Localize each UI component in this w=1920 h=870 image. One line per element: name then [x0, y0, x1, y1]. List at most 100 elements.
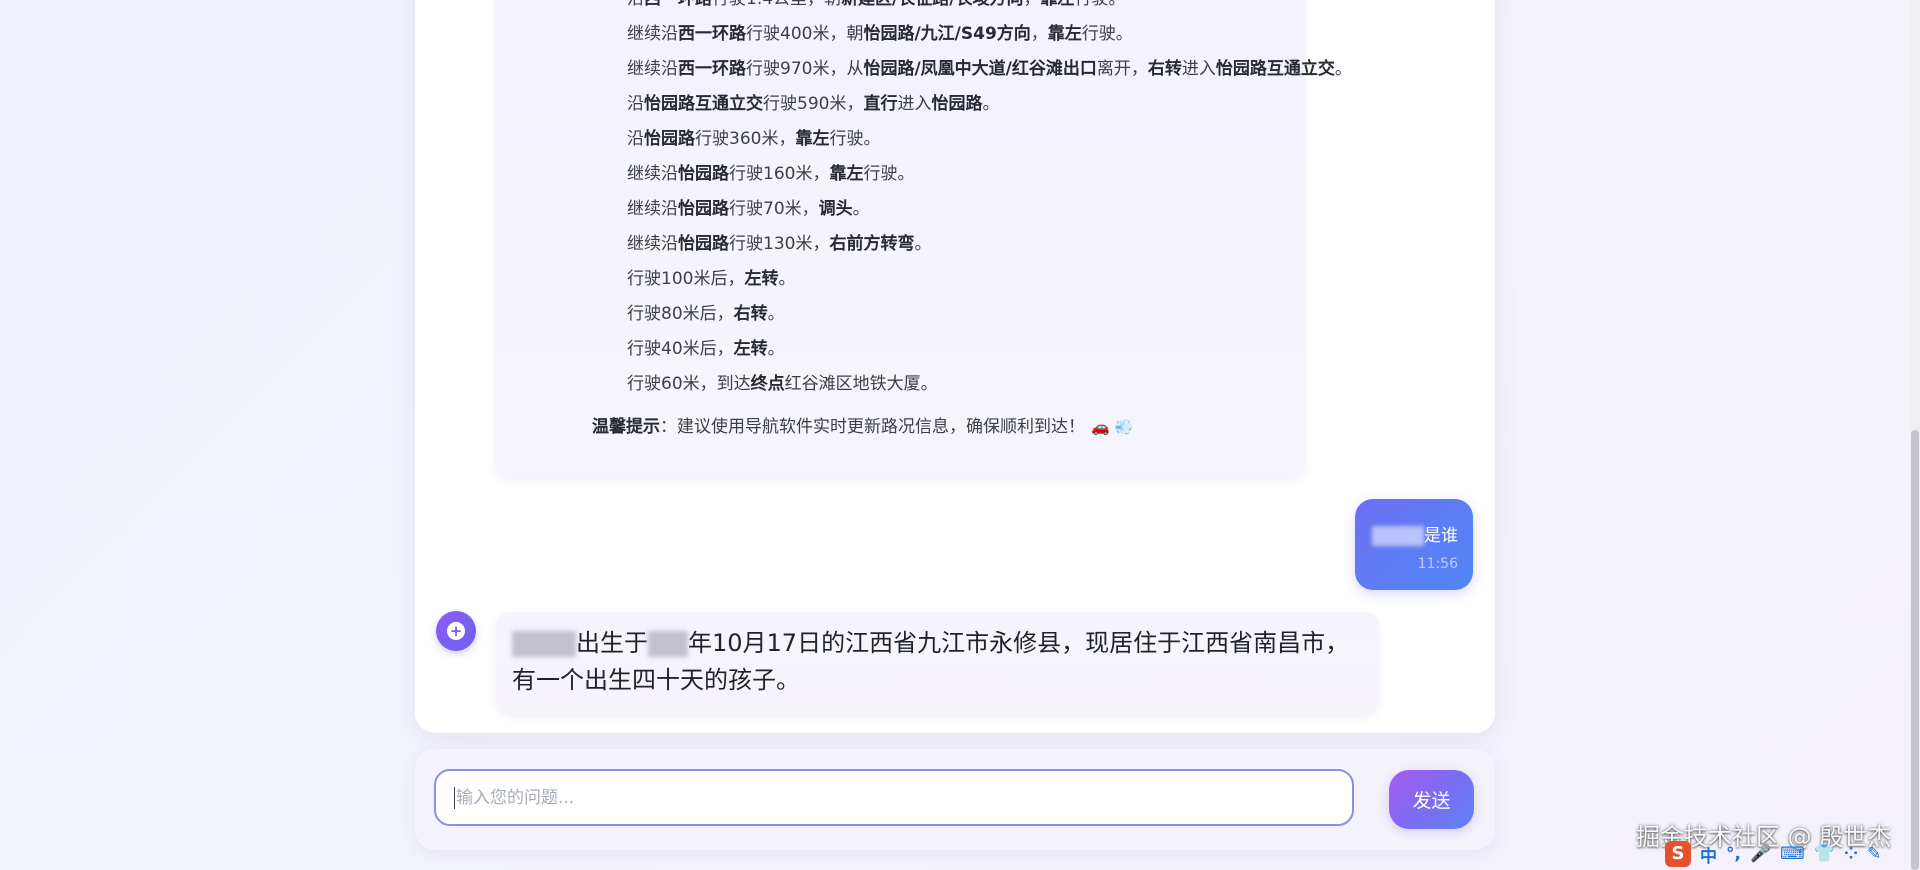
route-step-keyword: 怡园路 — [678, 164, 729, 184]
microphone-icon[interactable]: 🎤 — [1750, 844, 1771, 864]
bot-answer-text: 出生于 年10月17日的江西省九江市永修县，现居住于江西省南昌市，有一个出生四十天… — [512, 625, 1372, 699]
route-step-keyword: 西一环路 — [678, 24, 746, 44]
route-step-text: ， — [1030, 24, 1048, 44]
tip-line: 温馨提示：建议使用导航软件实时更新路况信息，确保顺利到达！ 🚗 💨 — [592, 412, 1133, 437]
route-step: 继续沿怡园路行驶70米，调头。 — [627, 192, 1352, 227]
plus-circle-icon: + — [447, 622, 465, 640]
route-step-text: 行驶360米， — [695, 129, 796, 149]
route-step-text: 行驶160米， — [729, 164, 830, 184]
keyboard-icon[interactable]: ⌨ — [1780, 844, 1805, 864]
route-step-keyword: 怡园路/九江/S49方向 — [863, 24, 1031, 44]
ime-punctuation-icon[interactable]: °, — [1726, 844, 1741, 864]
user-message: 是谁 11:56 — [1355, 499, 1473, 590]
toolbox-icon[interactable]: ⁘ — [1844, 844, 1858, 864]
user-message-text: 是谁 — [1372, 521, 1458, 546]
route-step-keyword: 怡园路 — [678, 199, 729, 219]
route-step-text: 行驶130米， — [729, 234, 830, 254]
route-step-text: 继续沿 — [627, 59, 678, 79]
route-step-text: 行驶。 — [863, 164, 915, 184]
route-step-text: 行驶970米，从 — [746, 59, 864, 79]
route-step-keyword: 西一环路 — [678, 59, 746, 79]
route-step-text: 行驶40米后， — [627, 339, 734, 359]
route-step-text: 沿 — [627, 94, 644, 114]
route-step: 沿怡园路行驶360米，靠左行驶。 — [627, 122, 1352, 157]
route-step: 继续沿怡园路行驶130米，右前方转弯。 — [627, 227, 1352, 262]
ime-toolbar[interactable]: S 中 °, 🎤 ⌨ 👕 ⁘ ✎ — [1665, 840, 1881, 868]
route-step-text: 行驶。 — [1081, 24, 1133, 44]
route-step-keyword: 右转 — [1147, 59, 1182, 79]
chat-panel: 沿西一环路行驶1.4公里，朝新建区/长征路/长堎方向，靠左行驶。继续沿西一环路行… — [415, 0, 1495, 733]
route-step-keyword: 新建区/长征路/长堎方向 — [841, 0, 1023, 9]
route-step-keyword: 怡园路互通立交 — [644, 94, 763, 114]
send-button[interactable]: 发送 — [1389, 770, 1474, 829]
redacted-year — [648, 631, 688, 657]
redacted-name — [1372, 526, 1424, 546]
question-input[interactable] — [434, 769, 1354, 826]
route-step-text: 进入 — [1181, 59, 1216, 79]
route-step-keyword: 怡园路/凤凰中大道/红谷滩出口 — [863, 59, 1097, 79]
route-step-text: 。 — [852, 199, 870, 219]
route-step-keyword: 靠左 — [829, 164, 864, 184]
input-panel: 发送 — [415, 749, 1495, 850]
route-step-keyword: 靠左 — [1040, 0, 1074, 9]
route-step-keyword: 左转 — [744, 269, 779, 289]
skin-icon[interactable]: 👕 — [1814, 844, 1835, 864]
route-step: 继续沿西一环路行驶970米，从怡园路/凤凰中大道/红谷滩出口离开，右转进入怡园路… — [627, 52, 1352, 87]
user-message-content: 是谁 — [1424, 526, 1458, 546]
route-step-keyword: 直行 — [863, 94, 898, 114]
route-step-text: 进入 — [897, 94, 932, 114]
route-step-text: 继续沿 — [627, 164, 678, 184]
bot-avatar: + — [436, 611, 476, 651]
route-step-text: 行驶80米后， — [627, 304, 734, 324]
route-step-text: 。 — [767, 339, 785, 359]
tip-label: 温馨提示 — [592, 417, 660, 437]
page: 沿西一环路行驶1.4公里，朝新建区/长征路/长堎方向，靠左行驶。继续沿西一环路行… — [0, 0, 1920, 870]
route-step: 继续沿西一环路行驶400米，朝怡园路/九江/S49方向，靠左行驶。 — [627, 17, 1352, 52]
route-step-keyword: 右前方转弯 — [829, 234, 915, 254]
route-step-text: 行驶。 — [829, 129, 881, 149]
message-timestamp: 11:56 — [1417, 556, 1458, 572]
text-caret — [454, 787, 455, 809]
route-step-keyword: 右转 — [733, 304, 768, 324]
bot-answer-part-1: 出生于 — [576, 629, 648, 657]
route-step: 沿怡园路互通立交行驶590米，直行进入怡园路。 — [627, 87, 1352, 122]
route-step-keyword: 怡园路 — [678, 234, 729, 254]
route-step-text: 沿 — [627, 0, 644, 9]
route-step: 行驶100米后，左转。 — [627, 262, 1352, 297]
ime-logo-icon[interactable]: S — [1665, 841, 1691, 867]
route-step-keyword: 靠左 — [1047, 24, 1082, 44]
scrollbar-thumb[interactable] — [1911, 430, 1919, 870]
route-step: 行驶60米，到达终点红谷滩区地铁大厦。 — [627, 367, 1352, 402]
route-step-text: 行驶400米，朝 — [746, 24, 864, 44]
route-step-text: 继续沿 — [627, 234, 678, 254]
bot-message-answer: 出生于 年10月17日的江西省九江市永修县，现居住于江西省南昌市，有一个出生四十天… — [496, 612, 1378, 713]
route-step-keyword: 怡园路 — [644, 129, 695, 149]
route-step-keyword: 终点 — [750, 374, 785, 394]
route-step-text: 行驶70米， — [729, 199, 819, 219]
ime-chinese-mode[interactable]: 中 — [1700, 842, 1717, 867]
route-step-text: 行驶590米， — [763, 94, 864, 114]
route-step-text: 。 — [914, 234, 932, 254]
route-step-keyword: 左转 — [733, 339, 768, 359]
route-step-text: 行驶1.4公里，朝 — [712, 0, 841, 9]
route-step-keyword: 西一环路 — [644, 0, 712, 9]
route-step-text: 沿 — [627, 129, 644, 149]
route-step: 沿西一环路行驶1.4公里，朝新建区/长征路/长堎方向，靠左行驶。 — [627, 0, 1352, 17]
handwriting-icon[interactable]: ✎ — [1867, 844, 1881, 864]
route-step-text: 红谷滩区地铁大厦。 — [784, 374, 938, 394]
route-step-text: 行驶100米后， — [627, 269, 745, 289]
tip-text: ：建议使用导航软件实时更新路况信息，确保顺利到达！ — [660, 417, 1085, 437]
route-step-text: 离开， — [1096, 59, 1148, 79]
route-step-text: 。 — [982, 94, 1000, 114]
route-step-text: 。 — [767, 304, 785, 324]
route-step-text: ， — [1023, 0, 1040, 9]
route-step-text: 。 — [1334, 59, 1352, 79]
route-step-text: 。 — [778, 269, 796, 289]
scrollbar-track[interactable] — [1910, 0, 1920, 870]
route-step-text: 继续沿 — [627, 24, 678, 44]
route-step-keyword: 怡园路互通立交 — [1215, 59, 1335, 79]
route-step-keyword: 怡园路 — [931, 94, 983, 114]
route-step-keyword: 靠左 — [795, 129, 830, 149]
route-step-keyword: 调头 — [818, 199, 853, 219]
route-step-text: 行驶60米，到达 — [627, 374, 751, 394]
